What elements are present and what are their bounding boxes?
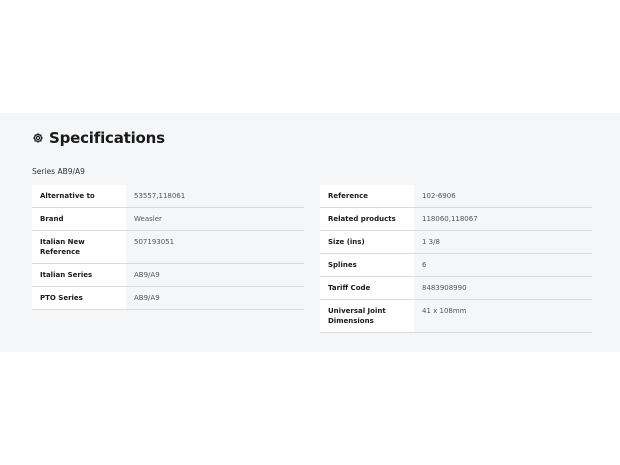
spec-key: Universal Joint Dimensions: [320, 299, 414, 333]
spec-key: Brand: [32, 207, 126, 231]
spec-row: Italian New Reference 507193051: [32, 230, 304, 264]
spec-key: PTO Series: [32, 286, 126, 310]
spec-key: Reference: [320, 185, 414, 208]
spec-key: Related products: [320, 207, 414, 231]
bottom-blank-area: [0, 352, 620, 465]
spec-value: 102-6906: [414, 185, 592, 208]
spec-value: Weasler: [126, 207, 304, 231]
page-title: Specifications: [49, 129, 165, 147]
spec-key: Tariff Code: [320, 276, 414, 300]
gear-icon: [33, 133, 43, 143]
spec-key: Italian New Reference: [32, 230, 126, 264]
spec-row: PTO Series AB9/A9: [32, 286, 304, 310]
specs-table-left: Alternative to 53557,118061 Brand Weasler It…: [32, 185, 304, 310]
spec-key: Alternative to: [32, 185, 126, 208]
spec-key: Splines: [320, 253, 414, 277]
spec-value: 1 3/8: [414, 230, 592, 254]
spec-key: Italian Series: [32, 263, 126, 287]
spec-row: Tariff Code 8483908990: [320, 276, 592, 300]
spec-row: Size (ins) 1 3/8: [320, 230, 592, 254]
spec-row: Brand Weasler: [32, 207, 304, 231]
spec-row: Alternative to 53557,118061: [32, 185, 304, 208]
specifications-header: Specifications: [32, 129, 165, 147]
series-label: Series AB9/A9: [32, 167, 85, 176]
top-blank-area: [0, 0, 620, 113]
specs-table-right: Reference 102-6906 Related products 118060,…: [320, 185, 592, 333]
spec-value: 118060,118067: [414, 207, 592, 231]
specifications-section: Specifications Series AB9/A9 Alternative…: [0, 113, 620, 352]
spec-row: Universal Joint Dimensions 41 x 108mm: [320, 299, 592, 333]
spec-value: AB9/A9: [126, 263, 304, 287]
spec-value: 8483908990: [414, 276, 592, 300]
spec-value: AB9/A9: [126, 286, 304, 310]
spec-value: 6: [414, 253, 592, 277]
spec-key: Size (ins): [320, 230, 414, 254]
spec-value: 507193051: [126, 230, 304, 264]
spec-row: Related products 118060,118067: [320, 207, 592, 231]
spec-row: Italian Series AB9/A9: [32, 263, 304, 287]
spec-row: Splines 6: [320, 253, 592, 277]
spec-value: 41 x 108mm: [414, 299, 592, 333]
spec-row: Reference 102-6906: [320, 185, 592, 208]
spec-value: 53557,118061: [126, 185, 304, 208]
